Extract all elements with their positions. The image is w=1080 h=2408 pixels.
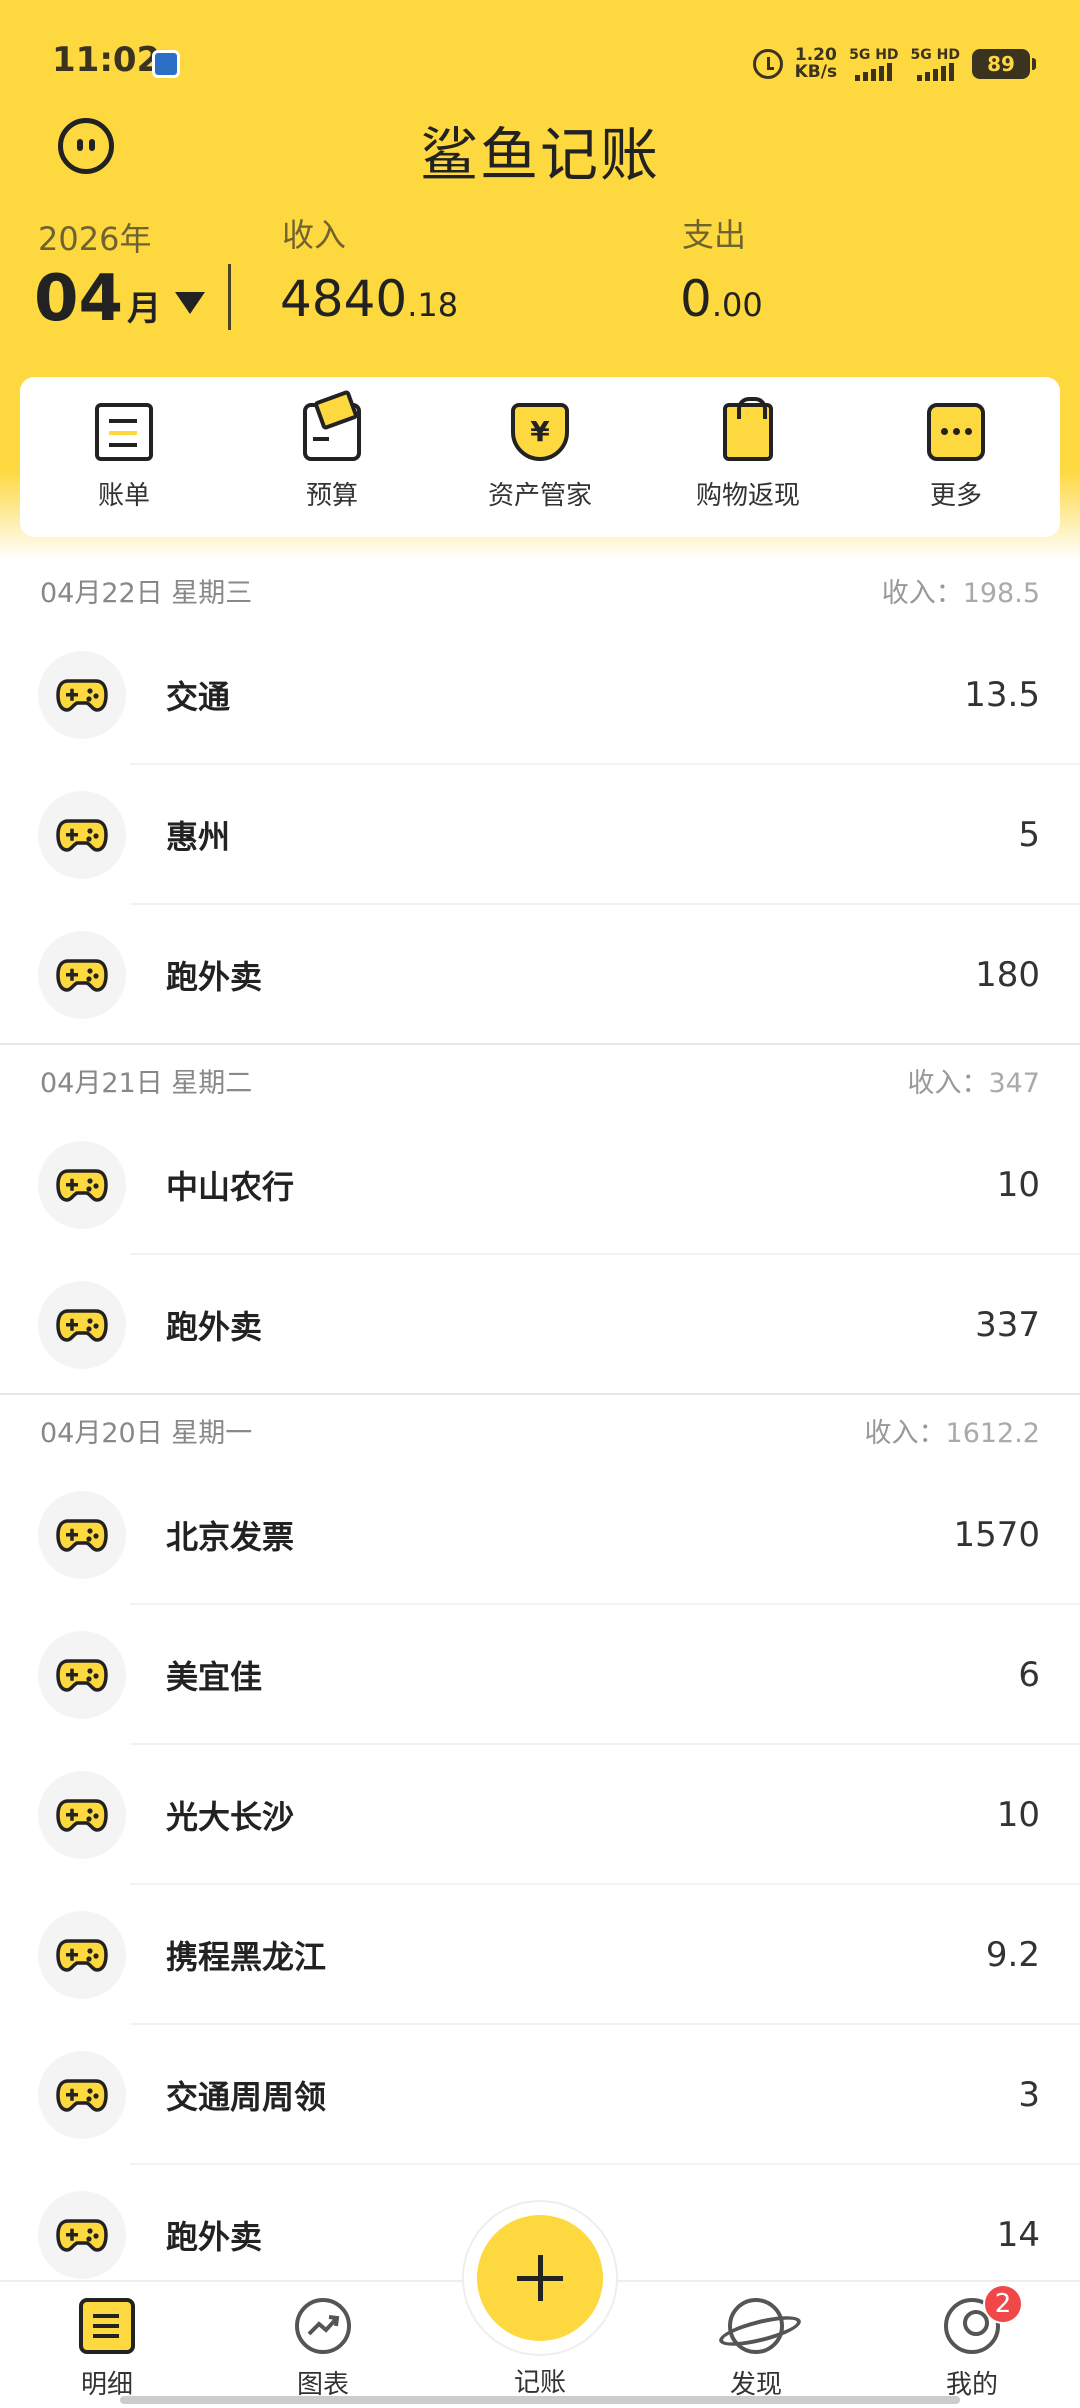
app-title: 鲨鱼记账: [419, 121, 660, 189]
month-unit: 月: [127, 289, 162, 329]
transaction-row[interactable]: 跑外卖 180: [0, 905, 1080, 1045]
month-value: 04: [34, 262, 124, 336]
transaction-name: 交通周周领: [166, 2078, 327, 2116]
transaction-amount: 10: [996, 1165, 1040, 1205]
battery-icon: 89: [972, 49, 1036, 79]
status-time: 11:02: [52, 40, 161, 80]
transaction-row[interactable]: 光大长沙 10: [0, 1745, 1080, 1885]
gamepad-icon: [38, 1771, 126, 1859]
shortcut-budget[interactable]: 预算: [242, 402, 422, 512]
gamepad-icon: [38, 651, 126, 739]
transaction-row[interactable]: 跑外卖 337: [0, 1255, 1080, 1395]
shortcut-asset-manager[interactable]: ¥ 资产管家: [450, 402, 630, 512]
transaction-row[interactable]: 惠州 5: [0, 765, 1080, 905]
gamepad-icon: [38, 1281, 126, 1369]
transaction-row[interactable]: 北京发票 1570: [0, 1465, 1080, 1605]
transaction-amount: 3: [1018, 2075, 1040, 2115]
day-income-summary: 收入：1612.2: [864, 1417, 1040, 1449]
transaction-name: 光大长沙: [166, 1798, 295, 1836]
transaction-amount: 10: [996, 1795, 1040, 1835]
record-label: 记账: [513, 2368, 566, 2398]
detail-list-icon: [79, 2298, 135, 2354]
transaction-name: 交通: [166, 678, 231, 716]
transaction-name: 美宜佳: [166, 1658, 263, 1696]
gamepad-icon: [38, 2191, 126, 2279]
transaction-amount: 9.2: [985, 1935, 1040, 1975]
shortcut-bill[interactable]: 账单: [34, 402, 214, 512]
bill-icon: [95, 402, 153, 461]
chart-trend-icon: [295, 2298, 351, 2354]
transaction-name: 跑外卖: [166, 2218, 263, 2256]
status-indicators: 1.20 KB/s 5G HD 5G HD 89: [752, 44, 1036, 84]
income-total: 4840.18: [280, 270, 459, 328]
transaction-row[interactable]: 中山农行 10: [0, 1115, 1080, 1255]
transaction-name: 携程黑龙江: [166, 1938, 327, 1976]
shortcut-shopping-cashback[interactable]: 购物返现: [658, 396, 838, 512]
header-divider: [228, 264, 231, 330]
transaction-name: 跑外卖: [166, 958, 263, 996]
planet-icon: [728, 2298, 784, 2354]
nav-chart[interactable]: 图表: [253, 2298, 393, 2401]
transaction-name: 惠州: [166, 818, 231, 856]
gamepad-icon: [38, 2051, 126, 2139]
expense-label: 支出: [682, 216, 747, 254]
transaction-row[interactable]: 交通周周领 3: [0, 2025, 1080, 2165]
income-label: 收入: [282, 216, 347, 254]
transaction-amount: 13.5: [964, 675, 1040, 715]
shopping-bag-icon: [723, 396, 773, 461]
transaction-name: 跑外卖: [166, 1308, 263, 1346]
alarm-icon: [752, 49, 783, 79]
transaction-amount: 1570: [953, 1515, 1040, 1555]
nav-discover[interactable]: 发现: [686, 2298, 826, 2401]
shortcut-more[interactable]: 更多: [866, 402, 1046, 512]
record-add-button[interactable]: [477, 2215, 603, 2341]
day-header: 04月20日 星期一 收入：1612.2: [0, 1395, 1080, 1465]
caret-down-icon: [175, 292, 206, 314]
transaction-row[interactable]: 交通 13.5: [0, 625, 1080, 765]
transaction-amount: 14: [996, 2215, 1040, 2255]
signal-sim1-icon: 5G HD: [849, 47, 899, 81]
notification-app-icon: [152, 50, 180, 78]
transaction-row[interactable]: 携程黑龙江 9.2: [0, 1885, 1080, 2025]
network-speed: 1.20 KB/s: [794, 45, 838, 82]
budget-icon: [303, 402, 361, 461]
gamepad-icon: [38, 1631, 126, 1719]
day-header: 04月22日 星期三 收入：198.5: [0, 555, 1080, 625]
transaction-name: 北京发票: [166, 1518, 295, 1556]
day-date: 04月20日 星期一: [40, 1417, 253, 1449]
transaction-row[interactable]: 美宜佳 6: [0, 1605, 1080, 1745]
notification-badge: 2: [983, 2284, 1023, 2324]
day-date: 04月22日 星期三: [40, 577, 253, 609]
day-income-summary: 收入：198.5: [881, 577, 1040, 609]
year-label[interactable]: 2026年: [38, 214, 151, 260]
signal-sim2-icon: 5G HD: [911, 47, 960, 81]
transaction-name: 中山农行: [166, 1168, 295, 1206]
nav-me[interactable]: 我的: [902, 2298, 1042, 2401]
day-income-summary: 收入：347: [907, 1067, 1040, 1099]
gamepad-icon: [38, 1911, 126, 1999]
transaction-list[interactable]: 04月22日 星期三 收入：198.5 交通 13.5 惠州 5 跑外卖 180 04月2…: [0, 555, 1080, 2305]
gamepad-icon: [38, 791, 126, 879]
nav-detail[interactable]: 明细: [37, 2298, 177, 2401]
transaction-amount: 5: [1018, 815, 1040, 855]
asset-shield-icon: ¥: [511, 402, 569, 461]
expense-total: 0.00: [680, 270, 763, 328]
day-date: 04月21日 星期二: [40, 1067, 253, 1099]
gamepad-icon: [38, 1491, 126, 1579]
month-selector[interactable]: 04 月: [34, 262, 206, 336]
shortcut-card: 账单 预算 ¥ 资产管家 购物返现 更多: [20, 377, 1060, 537]
transaction-amount: 6: [1018, 1655, 1040, 1695]
day-header: 04月21日 星期二 收入：347: [0, 1045, 1080, 1115]
transaction-amount: 180: [975, 955, 1040, 995]
home-indicator[interactable]: [120, 2396, 960, 2404]
more-icon: [927, 402, 985, 461]
gamepad-icon: [38, 1141, 126, 1229]
gamepad-icon: [38, 931, 126, 1019]
transaction-amount: 337: [975, 1305, 1040, 1345]
